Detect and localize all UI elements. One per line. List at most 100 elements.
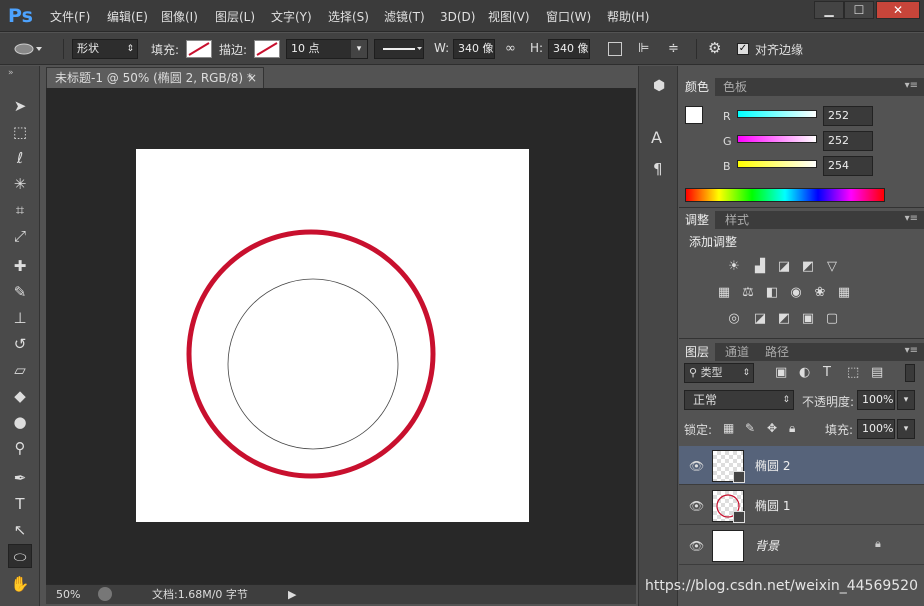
- link-icon[interactable]: ∞: [505, 41, 516, 56]
- menu-edit[interactable]: 编辑(E): [107, 8, 148, 26]
- tab-adjustments[interactable]: 调整: [679, 211, 716, 229]
- pen-tool-icon[interactable]: ✒: [8, 466, 32, 490]
- width-input[interactable]: 340 像: [453, 39, 495, 59]
- path-alignment-icon[interactable]: ⊫: [638, 41, 649, 56]
- filter-toggle[interactable]: [905, 364, 915, 382]
- layer-row-ellipse-2[interactable]: 👁︎ 椭圆 2: [679, 446, 924, 485]
- hand-tool-icon[interactable]: ✋: [8, 572, 32, 596]
- levels-icon[interactable]: ▟: [751, 259, 769, 275]
- paint-bucket-icon[interactable]: ◆: [8, 384, 32, 408]
- stroke-swatch[interactable]: [254, 40, 280, 58]
- stamp-tool-icon[interactable]: ⊥: [8, 306, 32, 330]
- color-spectrum[interactable]: [685, 188, 885, 202]
- tab-channels[interactable]: 通道: [719, 343, 755, 361]
- curves-icon[interactable]: ◪: [775, 259, 793, 275]
- vibrance-icon[interactable]: ▽: [823, 259, 841, 275]
- path-selection-icon[interactable]: ↖: [8, 518, 32, 542]
- collapse-icon[interactable]: »: [8, 68, 14, 78]
- layer-filter-select[interactable]: ⚲ 类型 ⇕: [684, 363, 754, 383]
- photo-filter-icon[interactable]: ◉: [787, 285, 805, 301]
- close-tab-icon[interactable]: ×: [247, 68, 257, 89]
- lock-pixels-icon[interactable]: ✎: [745, 421, 755, 435]
- menu-help[interactable]: 帮助(H): [607, 8, 649, 26]
- shape-filter-icon[interactable]: ⬚: [847, 365, 859, 380]
- panel-menu-icon[interactable]: ▾≡: [905, 80, 918, 91]
- posterize-icon[interactable]: ◪: [751, 311, 769, 327]
- blend-mode-select[interactable]: 正常 ⇕: [684, 390, 794, 410]
- type-tool-icon[interactable]: T: [8, 492, 32, 516]
- path-operations-icon[interactable]: [608, 42, 622, 56]
- history-brush-icon[interactable]: ↺: [8, 332, 32, 356]
- panel-menu-icon[interactable]: ▾≡: [905, 213, 918, 224]
- maximize-button[interactable]: ☐: [844, 1, 874, 19]
- 3d-cube-icon[interactable]: ⬢: [653, 78, 665, 94]
- dodge-tool-icon[interactable]: ⚲: [8, 436, 32, 460]
- channel-r-slider[interactable]: [737, 110, 817, 118]
- paragraph-panel-icon[interactable]: ¶: [653, 160, 663, 178]
- pixel-filter-icon[interactable]: ▣: [775, 365, 787, 380]
- menu-file[interactable]: 文件(F): [50, 8, 90, 26]
- color-lookup-icon[interactable]: ▦: [835, 285, 853, 301]
- minimize-button[interactable]: ▁: [814, 1, 844, 19]
- height-input[interactable]: 340 像: [548, 39, 590, 59]
- menu-3d[interactable]: 3D(D): [440, 8, 475, 26]
- move-tool-icon[interactable]: ➤: [8, 94, 32, 118]
- layer-row-background[interactable]: 👁︎ 背景 🔒︎: [679, 526, 924, 565]
- menu-view[interactable]: 视图(V): [488, 8, 530, 26]
- adjustment-filter-icon[interactable]: ◐: [799, 365, 810, 380]
- tab-color[interactable]: 颜色: [679, 78, 716, 96]
- menu-type[interactable]: 文字(Y): [271, 8, 312, 26]
- ellipse-tool-icon[interactable]: ⬭: [8, 544, 32, 568]
- hue-saturation-icon[interactable]: ▦: [715, 285, 733, 301]
- selective-color-icon[interactable]: ▢: [823, 311, 841, 327]
- gradient-map-icon[interactable]: ▣: [799, 311, 817, 327]
- tool-mode-select[interactable]: 形状 ⇕: [72, 39, 138, 59]
- opacity-dropdown-icon[interactable]: ▾: [897, 390, 915, 410]
- channel-g-input[interactable]: 252: [823, 131, 873, 151]
- lock-position-icon[interactable]: ✥: [767, 421, 777, 435]
- channel-g-slider[interactable]: [737, 135, 817, 143]
- lock-all-icon[interactable]: 🔒︎: [789, 421, 795, 436]
- visibility-eye-icon[interactable]: 👁︎: [689, 499, 704, 513]
- close-window-button[interactable]: ✕: [876, 1, 920, 19]
- document-tab[interactable]: 未标题-1 @ 50% (椭圆 2, RGB/8) * ×: [46, 67, 264, 88]
- magic-wand-icon[interactable]: ✳: [8, 172, 32, 196]
- crop-tool-icon[interactable]: ⌗: [8, 198, 32, 222]
- healing-brush-icon[interactable]: ✚: [8, 254, 32, 278]
- status-icon[interactable]: [98, 587, 112, 601]
- color-balance-icon[interactable]: ⚖: [739, 285, 757, 301]
- tab-styles[interactable]: 样式: [719, 211, 755, 229]
- stroke-width-input[interactable]: 10 点 ▾: [286, 39, 368, 59]
- channel-r-input[interactable]: 252: [823, 106, 873, 126]
- character-panel-icon[interactable]: A: [651, 128, 662, 147]
- menu-window[interactable]: 窗口(W): [546, 8, 591, 26]
- eyedropper-icon[interactable]: ⤢: [8, 224, 32, 248]
- smart-object-filter-icon[interactable]: ▤: [871, 365, 883, 380]
- channel-b-slider[interactable]: [737, 160, 817, 168]
- fill-swatch[interactable]: [186, 40, 212, 58]
- menu-filter[interactable]: 滤镜(T): [384, 8, 425, 26]
- play-arrow-icon[interactable]: ▶: [288, 586, 296, 604]
- channel-mixer-icon[interactable]: ❀: [811, 285, 829, 301]
- marquee-tool-icon[interactable]: ⬚: [8, 120, 32, 144]
- zoom-level[interactable]: 50%: [56, 586, 80, 604]
- visibility-eye-icon[interactable]: 👁︎: [689, 539, 704, 553]
- black-white-icon[interactable]: ◧: [763, 285, 781, 301]
- threshold-icon[interactable]: ◩: [775, 311, 793, 327]
- lasso-tool-icon[interactable]: ℓ: [8, 146, 32, 170]
- type-filter-icon[interactable]: T: [823, 365, 831, 380]
- path-arrangement-icon[interactable]: ≑: [668, 41, 679, 56]
- lock-transparency-icon[interactable]: ▦: [723, 421, 734, 435]
- menu-select[interactable]: 选择(S): [328, 8, 369, 26]
- blur-tool-icon[interactable]: ●: [8, 410, 32, 434]
- eraser-tool-icon[interactable]: ▱: [8, 358, 32, 382]
- gear-icon[interactable]: ⚙: [708, 39, 721, 57]
- fill-dropdown-icon[interactable]: ▾: [897, 419, 915, 439]
- invert-icon[interactable]: ◎: [725, 311, 743, 327]
- panel-menu-icon[interactable]: ▾≡: [905, 345, 918, 356]
- exposure-icon[interactable]: ◩: [799, 259, 817, 275]
- tab-layers[interactable]: 图层: [679, 343, 716, 361]
- channel-b-input[interactable]: 254: [823, 156, 873, 176]
- tab-paths[interactable]: 路径: [759, 343, 795, 361]
- brightness-icon[interactable]: ☀: [725, 259, 743, 275]
